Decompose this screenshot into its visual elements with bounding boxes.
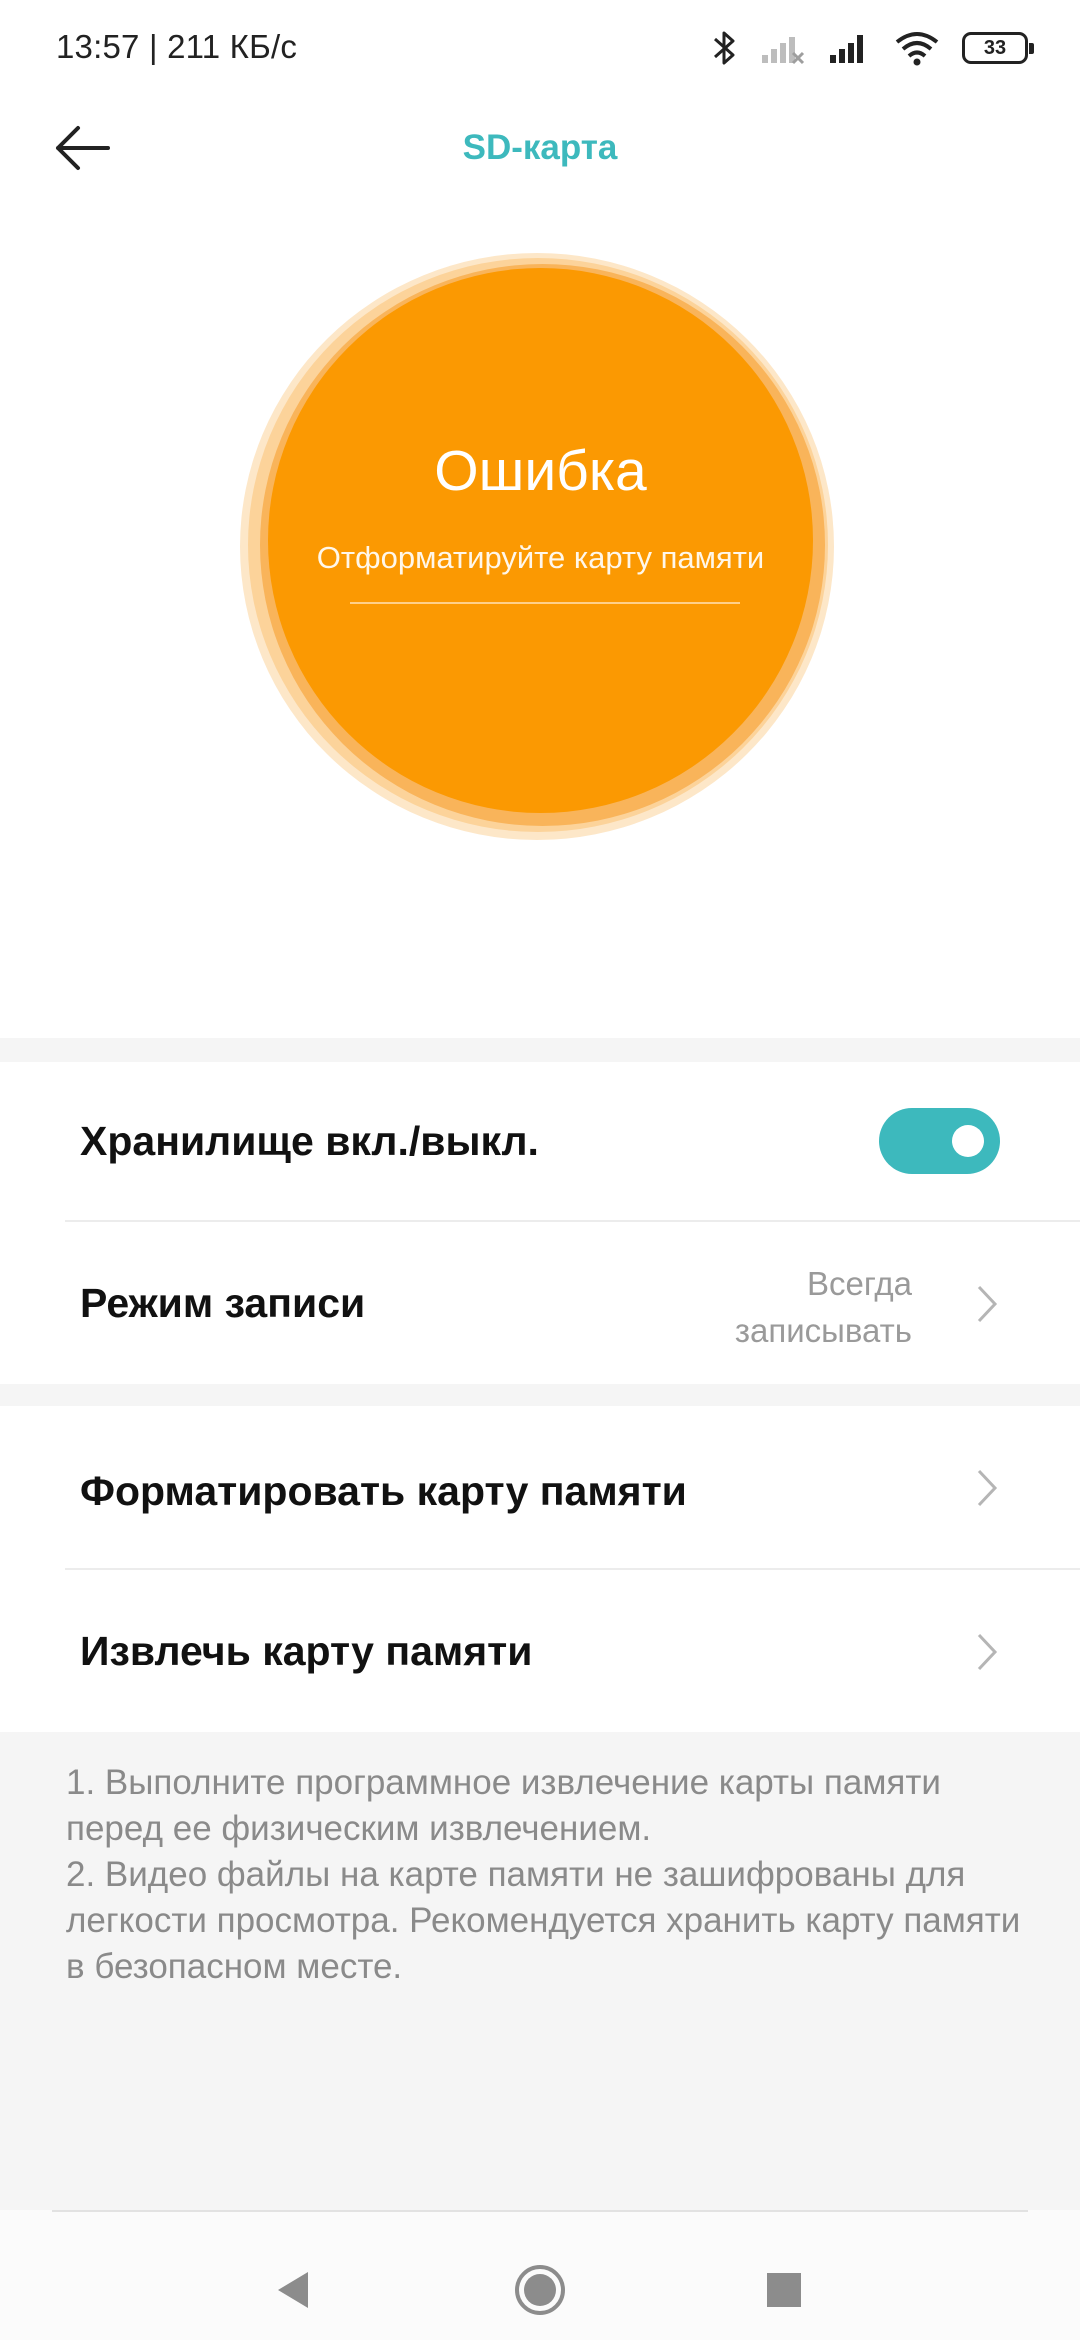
- storage-toggle-label: Хранилище вкл./выкл.: [80, 1118, 539, 1164]
- section-gap: [0, 1384, 1080, 1406]
- record-mode-label: Режим записи: [80, 1280, 366, 1326]
- status-circle: Ошибка Отформатируйте карту памяти: [268, 268, 813, 813]
- section-gap: [0, 1038, 1080, 1062]
- record-mode-row[interactable]: Режим записи Всегда записывать: [0, 1222, 1080, 1384]
- nav-divider: [52, 2210, 1028, 2212]
- navigation-bar: [0, 2210, 1080, 2340]
- eject-card-row[interactable]: Извлечь карту памяти: [0, 1570, 1080, 1732]
- status-icons: 33: [712, 26, 1034, 70]
- chevron-right-icon: [977, 1469, 998, 1507]
- home-circle-icon: [515, 2265, 565, 2315]
- status-divider: [350, 602, 740, 604]
- record-mode-value-line1: Всегда: [806, 1265, 912, 1302]
- bluetooth-icon: [714, 31, 735, 65]
- toggle-knob: [952, 1125, 984, 1157]
- note-1: 1. Выполните программное извлечение карт…: [66, 1763, 941, 1848]
- recents-square-icon: [767, 2273, 801, 2307]
- status-title: Ошибка: [434, 439, 647, 503]
- chevron-right-icon: [977, 1633, 998, 1671]
- status-bar: 13:57 | 211 КБ/с 33: [0, 0, 1080, 96]
- nav-home-button[interactable]: [510, 2260, 570, 2320]
- storage-toggle-row[interactable]: Хранилище вкл./выкл.: [0, 1062, 1080, 1222]
- status-subtitle: Отформатируйте карту памяти: [316, 540, 765, 575]
- battery-icon: 33: [962, 32, 1034, 64]
- sd-status-indicator: Ошибка Отформатируйте карту памяти: [240, 250, 840, 840]
- status-time: 13:57 | 211 КБ/с: [56, 28, 298, 65]
- chevron-right-icon: [977, 1285, 998, 1323]
- screen: 13:57 | 211 КБ/с 33 SD-карта Ошибка Отфо…: [0, 0, 1080, 2340]
- record-mode-value: Всегда записывать: [652, 1260, 912, 1354]
- notes-area: 1. Выполните программное извлечение карт…: [0, 1732, 1080, 2210]
- header: SD-карта: [0, 96, 1080, 206]
- format-card-row[interactable]: Форматировать карту памяти: [0, 1406, 1080, 1570]
- nav-back-button[interactable]: [264, 2260, 324, 2320]
- signal-icon: [830, 35, 863, 63]
- format-card-label: Форматировать карту памяти: [80, 1468, 687, 1514]
- wifi-icon: [895, 32, 939, 66]
- note-2: 2. Видео файлы на карте памяти не зашифр…: [66, 1855, 1021, 1986]
- page-title: SD-карта: [462, 128, 618, 167]
- back-triangle-icon: [278, 2272, 308, 2308]
- nav-recents-button[interactable]: [754, 2260, 814, 2320]
- eject-card-label: Извлечь карту памяти: [80, 1628, 533, 1674]
- record-mode-value-line2: записывать: [734, 1312, 912, 1349]
- storage-toggle-switch[interactable]: [879, 1108, 1000, 1174]
- signal-weak-icon: [762, 37, 805, 65]
